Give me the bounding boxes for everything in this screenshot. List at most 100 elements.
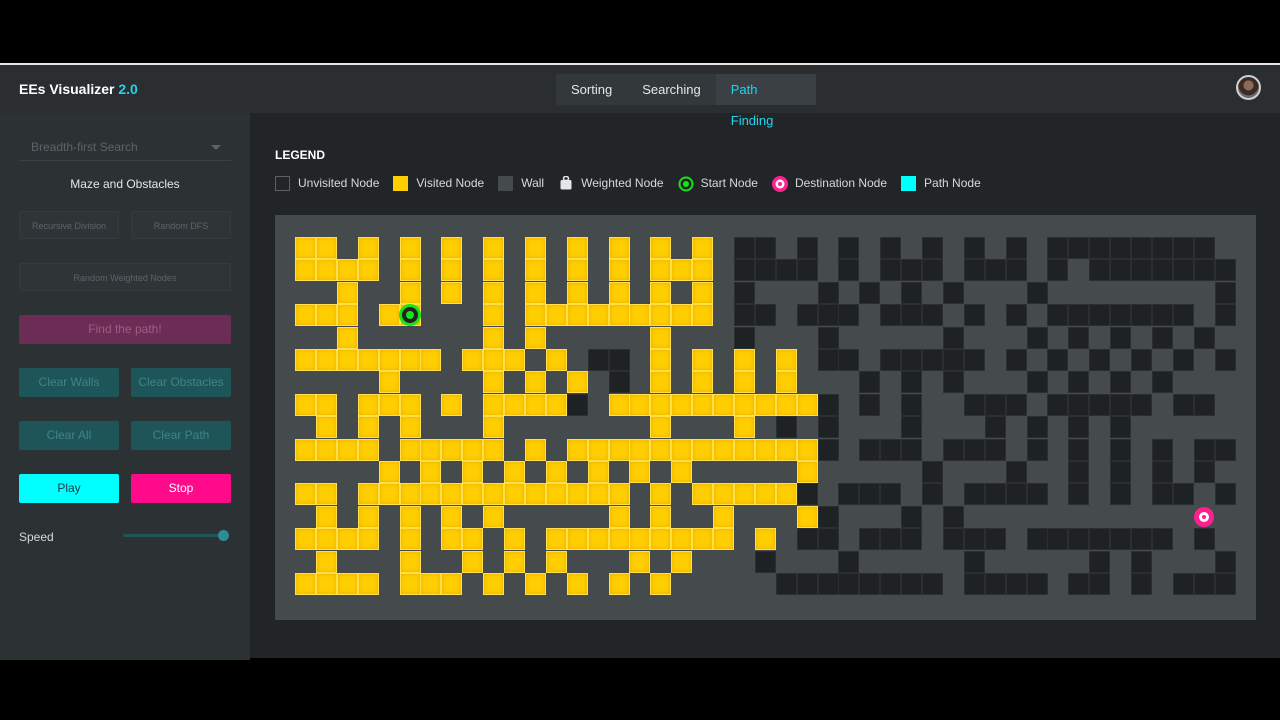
visited-cell[interactable] <box>315 416 337 439</box>
visited-cell[interactable] <box>608 281 630 304</box>
random-dfs-button[interactable]: Random DFS <box>131 211 231 239</box>
wall-cell[interactable] <box>859 528 881 551</box>
visited-cell[interactable] <box>713 483 734 506</box>
wall-cell[interactable] <box>984 259 1006 282</box>
wall-cell[interactable] <box>1089 259 1111 282</box>
clear-path-button[interactable]: Clear Path <box>131 421 231 450</box>
wall-cell[interactable] <box>817 438 839 461</box>
visited-cell[interactable] <box>295 483 316 506</box>
visited-cell[interactable] <box>692 371 714 394</box>
visited-cell[interactable] <box>357 505 379 528</box>
wall-cell[interactable] <box>963 438 985 461</box>
visited-cell[interactable] <box>420 438 442 461</box>
wall-cell[interactable] <box>1214 281 1236 304</box>
tab-path-finding[interactable]: Path Finding <box>715 74 816 128</box>
visited-cell[interactable] <box>650 505 672 528</box>
wall-cell[interactable] <box>754 550 776 573</box>
visited-cell[interactable] <box>399 550 421 573</box>
visited-cell[interactable] <box>524 483 546 506</box>
visited-cell[interactable] <box>692 528 714 551</box>
wall-cell[interactable] <box>1193 438 1215 461</box>
visited-cell[interactable] <box>295 349 316 371</box>
visited-cell[interactable] <box>315 349 337 371</box>
visited-cell[interactable] <box>754 528 776 551</box>
visited-cell[interactable] <box>524 304 546 327</box>
visited-cell[interactable] <box>399 281 421 304</box>
visited-cell[interactable] <box>295 259 316 282</box>
visited-cell[interactable] <box>545 461 567 483</box>
wall-cell[interactable] <box>901 304 923 327</box>
visited-cell[interactable] <box>587 483 609 506</box>
wall-cell[interactable] <box>922 483 943 506</box>
visited-cell[interactable] <box>713 528 734 551</box>
wall-cell[interactable] <box>1068 326 1090 349</box>
visited-cell[interactable] <box>483 416 505 439</box>
visited-cell[interactable] <box>566 528 588 551</box>
wall-cell[interactable] <box>1193 573 1215 595</box>
visited-cell[interactable] <box>524 393 546 416</box>
wall-cell[interactable] <box>1110 393 1132 416</box>
visited-cell[interactable] <box>692 259 714 282</box>
wall-cell[interactable] <box>817 304 839 327</box>
wall-cell[interactable] <box>963 550 985 573</box>
wall-cell[interactable] <box>733 304 755 327</box>
visited-cell[interactable] <box>357 483 379 506</box>
wall-cell[interactable] <box>1131 528 1152 551</box>
visited-cell[interactable] <box>524 438 546 461</box>
visited-cell[interactable] <box>378 349 400 371</box>
visited-cell[interactable] <box>378 304 400 327</box>
visited-cell[interactable] <box>295 393 316 416</box>
wall-cell[interactable] <box>817 573 839 595</box>
wall-cell[interactable] <box>1026 281 1048 304</box>
wall-cell[interactable] <box>1026 371 1048 394</box>
wall-cell[interactable] <box>838 483 860 506</box>
wall-cell[interactable] <box>817 416 839 439</box>
wall-cell[interactable] <box>1131 573 1152 595</box>
wall-cell[interactable] <box>608 349 630 371</box>
visited-cell[interactable] <box>483 259 505 282</box>
wall-cell[interactable] <box>1131 550 1152 573</box>
visited-cell[interactable] <box>441 528 463 551</box>
wall-cell[interactable] <box>1110 416 1132 439</box>
wall-cell[interactable] <box>817 349 839 371</box>
wall-cell[interactable] <box>1005 393 1027 416</box>
wall-cell[interactable] <box>880 259 902 282</box>
visited-cell[interactable] <box>775 483 797 506</box>
visited-cell[interactable] <box>295 573 316 595</box>
wall-cell[interactable] <box>1193 528 1215 551</box>
visited-cell[interactable] <box>524 371 546 394</box>
wall-cell[interactable] <box>880 483 902 506</box>
visited-cell[interactable] <box>504 550 525 573</box>
visited-cell[interactable] <box>566 483 588 506</box>
visited-cell[interactable] <box>504 483 525 506</box>
wall-cell[interactable] <box>1110 483 1132 506</box>
wall-cell[interactable] <box>922 259 943 282</box>
visited-cell[interactable] <box>629 438 651 461</box>
wall-cell[interactable] <box>1026 483 1048 506</box>
wall-cell[interactable] <box>922 461 943 483</box>
visited-cell[interactable] <box>566 237 588 259</box>
visited-cell[interactable] <box>629 461 651 483</box>
wall-cell[interactable] <box>1026 416 1048 439</box>
wall-cell[interactable] <box>587 349 609 371</box>
wall-cell[interactable] <box>963 304 985 327</box>
wall-cell[interactable] <box>1026 573 1048 595</box>
visited-cell[interactable] <box>671 304 693 327</box>
wall-cell[interactable] <box>608 371 630 394</box>
wall-cell[interactable] <box>1172 393 1194 416</box>
wall-cell[interactable] <box>1151 483 1173 506</box>
wall-cell[interactable] <box>963 349 985 371</box>
wall-cell[interactable] <box>880 438 902 461</box>
visited-cell[interactable] <box>357 393 379 416</box>
wall-cell[interactable] <box>963 237 985 259</box>
visited-cell[interactable] <box>733 438 755 461</box>
wall-cell[interactable] <box>566 393 588 416</box>
wall-cell[interactable] <box>1172 237 1194 259</box>
wall-cell[interactable] <box>901 259 923 282</box>
visited-cell[interactable] <box>524 259 546 282</box>
wall-cell[interactable] <box>859 438 881 461</box>
visited-cell[interactable] <box>733 393 755 416</box>
visited-cell[interactable] <box>378 371 400 394</box>
visited-cell[interactable] <box>357 573 379 595</box>
visited-cell[interactable] <box>650 393 672 416</box>
